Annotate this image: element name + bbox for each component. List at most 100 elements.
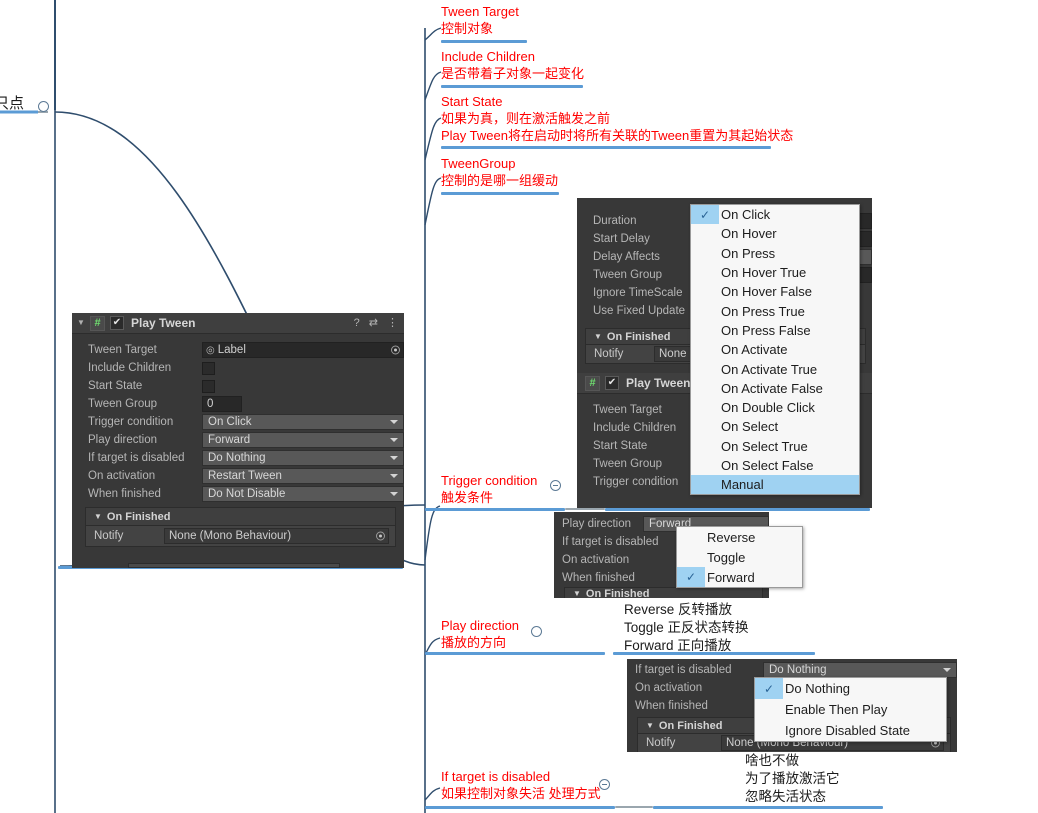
play-direction-dropdown[interactable]: Forward — [202, 432, 404, 448]
note-include-children: Include Children 是否带着子对象一起变化 — [441, 49, 585, 81]
context-menu-icon[interactable]: ⋮ — [387, 317, 398, 329]
if-target-disabled-collapse-handle[interactable] — [599, 779, 610, 790]
component-enabled-checkbox[interactable]: ✔ — [110, 316, 124, 330]
field-row-play-direction: Play direction Forward — [72, 431, 404, 449]
play-direction-collapse-handle[interactable] — [531, 626, 542, 637]
note-underline-trigger-condition-grey — [565, 508, 605, 510]
on-activation-dropdown[interactable]: Restart Tween — [202, 468, 404, 484]
preset-icon[interactable]: ⇄ — [369, 317, 378, 329]
play-direction-menu-item-0[interactable]: Reverse — [677, 527, 802, 547]
trigger-condition-menu-item-0[interactable]: ✓ On Click — [691, 205, 859, 225]
trigger-condition-collapse-handle[interactable] — [550, 480, 561, 491]
menu-item-label: On Press True — [721, 303, 805, 319]
note-underline-trigger-condition — [425, 508, 565, 511]
note-tween-group: TweenGroup 控制的是哪一组缓动 — [441, 156, 559, 188]
trigger-condition-menu-item-3[interactable]: On Hover True — [691, 263, 859, 282]
menu-item-label: On Select False — [721, 458, 814, 473]
trigger-condition-menu-item-13[interactable]: On Select False — [691, 456, 859, 475]
menu-item-label: Do Nothing — [785, 681, 851, 696]
menu-item-label: On Double Click — [721, 400, 815, 416]
check-icon: ✓ — [755, 678, 783, 699]
object-picker-icon[interactable] — [376, 531, 385, 541]
on-finished-event-header[interactable]: ▼ On Finished — [85, 507, 396, 526]
on-activation-value: Restart Tween — [208, 470, 282, 482]
if-disabled-legend: 啥也不做 为了播放激活它 忽略失活状态 — [745, 753, 840, 804]
foldout-arrow-icon: ▼ — [594, 332, 602, 341]
note-underline-include-children — [441, 85, 583, 88]
foldout-arrow-icon: ▼ — [94, 512, 102, 521]
trigger-condition-menu[interactable]: ✓ On Click On Hover On Press On Hover True On… — [690, 204, 860, 496]
field-label: Ignore TimeScale — [593, 287, 683, 299]
foldout-arrow-icon[interactable]: ▼ — [77, 319, 88, 327]
help-icon[interactable]: ? — [354, 317, 360, 329]
trigger-condition-value: On Click — [208, 416, 252, 428]
root-collapse-handle[interactable] — [38, 101, 49, 112]
if-target-disabled-menu[interactable]: ✓ Do Nothing Enable Then Play Ignore Disabl… — [754, 677, 947, 742]
note-underline-start-state — [441, 146, 771, 149]
menu-item-label: On Hover True — [721, 265, 807, 281]
field-label: Include Children — [593, 422, 677, 434]
menu-item-label: Ignore Disabled State — [785, 723, 911, 738]
trigger-condition-menu-item-7[interactable]: On Activate — [691, 340, 859, 359]
menu-item-label: Forward — [707, 569, 755, 585]
play-direction-menu-item-2[interactable]: ✓ Forward — [677, 567, 802, 587]
note-tween-target: Tween Target 控制对象 — [441, 4, 519, 36]
menu-item-label: On Hover False — [721, 284, 813, 300]
trigger-condition-menu-item-9[interactable]: On Activate False — [691, 379, 859, 398]
trigger-condition-dropdown[interactable]: On Click — [202, 414, 404, 430]
on-finished-event-body: Notify None (Mono Behaviour) — [85, 526, 396, 547]
chevron-down-icon — [390, 474, 398, 478]
if-target-disabled-dropdown[interactable]: Do Nothing — [202, 450, 404, 466]
trigger-condition-menu-item-12[interactable]: On Select True — [691, 437, 859, 456]
field-label: Delay Affects — [593, 251, 660, 263]
field-label: Start State — [593, 440, 648, 452]
foldout-arrow-icon: ▼ — [646, 721, 654, 730]
menu-item-label: Enable Then Play — [785, 702, 888, 717]
tween-group-number-field[interactable]: 0 — [202, 396, 242, 412]
field-label: Tween Target — [593, 404, 662, 416]
if-target-disabled-menu-item-2[interactable]: Ignore Disabled State — [755, 720, 946, 741]
component-header[interactable]: ▼ # ✔ Play Tween ? ⇄ ⋮ — [72, 313, 404, 334]
play-direction-value: Forward — [208, 434, 251, 446]
menu-item-label: On Activate — [721, 342, 788, 358]
trigger-condition-menu-item-5[interactable]: On Press True — [691, 301, 859, 320]
if-target-disabled-menu-item-0[interactable]: ✓ Do Nothing — [755, 678, 946, 699]
trigger-condition-menu-item-10[interactable]: On Double Click — [691, 398, 859, 417]
field-row-when-finished: When finished Do Not Disable — [72, 485, 404, 503]
if-target-disabled-menu-item-1[interactable]: Enable Then Play — [755, 699, 946, 720]
field-label: Tween Group — [88, 398, 158, 410]
trigger-condition-menu-item-2[interactable]: On Press — [691, 244, 859, 263]
mindmap-canvas: 只点 Tween Target 控制对象 Include Children 是否… — [0, 0, 1038, 813]
trigger-condition-menu-item-14[interactable]: Manual — [691, 475, 859, 495]
field-row-include-children: Include Children — [72, 359, 404, 377]
trigger-condition-menu-item-6[interactable]: On Press False — [691, 321, 859, 340]
check-icon: ✓ — [677, 567, 705, 587]
notify-label: Notify — [646, 737, 676, 749]
script-icon: # — [90, 315, 105, 331]
trigger-condition-menu-item-11[interactable]: On Select — [691, 417, 859, 436]
trigger-condition-menu-item-1[interactable]: On Hover — [691, 224, 859, 243]
if-target-disabled-dropdown-open[interactable]: Do Nothing — [763, 662, 957, 678]
when-finished-dropdown[interactable]: Do Not Disable — [202, 486, 404, 502]
field-label: When finished — [88, 488, 161, 500]
note-underline-trigger-condition-b — [605, 508, 870, 511]
notify-value: None — [659, 348, 687, 360]
tween-target-object-field[interactable]: ◎ Label — [202, 342, 404, 358]
menu-item-label: On Activate True — [721, 361, 818, 377]
menu-item-label: On Press False — [721, 322, 811, 338]
play-direction-menu[interactable]: Reverse Toggle ✓ Forward — [676, 526, 803, 588]
object-picker-icon[interactable] — [391, 345, 400, 355]
trigger-condition-menu-item-4[interactable]: On Hover False — [691, 282, 859, 301]
field-label: Duration — [593, 215, 637, 227]
play-direction-menu-item-1[interactable]: Toggle — [677, 547, 802, 567]
field-label: Play direction — [88, 434, 158, 446]
field-label: Play direction — [562, 518, 632, 530]
component-title: Play Tween — [131, 316, 196, 330]
trigger-condition-menu-item-8[interactable]: On Activate True — [691, 359, 859, 378]
start-state-checkbox[interactable] — [202, 379, 215, 393]
notify-object-field[interactable]: None (Mono Behaviour) — [164, 528, 389, 544]
include-children-checkbox[interactable] — [202, 361, 215, 375]
field-row-trigger-condition: Trigger condition On Click — [72, 413, 404, 431]
play-tween-inspector[interactable]: ▼ # ✔ Play Tween ? ⇄ ⋮ Tween Target ◎ La… — [72, 313, 404, 568]
root-note-label: 只点 — [0, 95, 25, 112]
